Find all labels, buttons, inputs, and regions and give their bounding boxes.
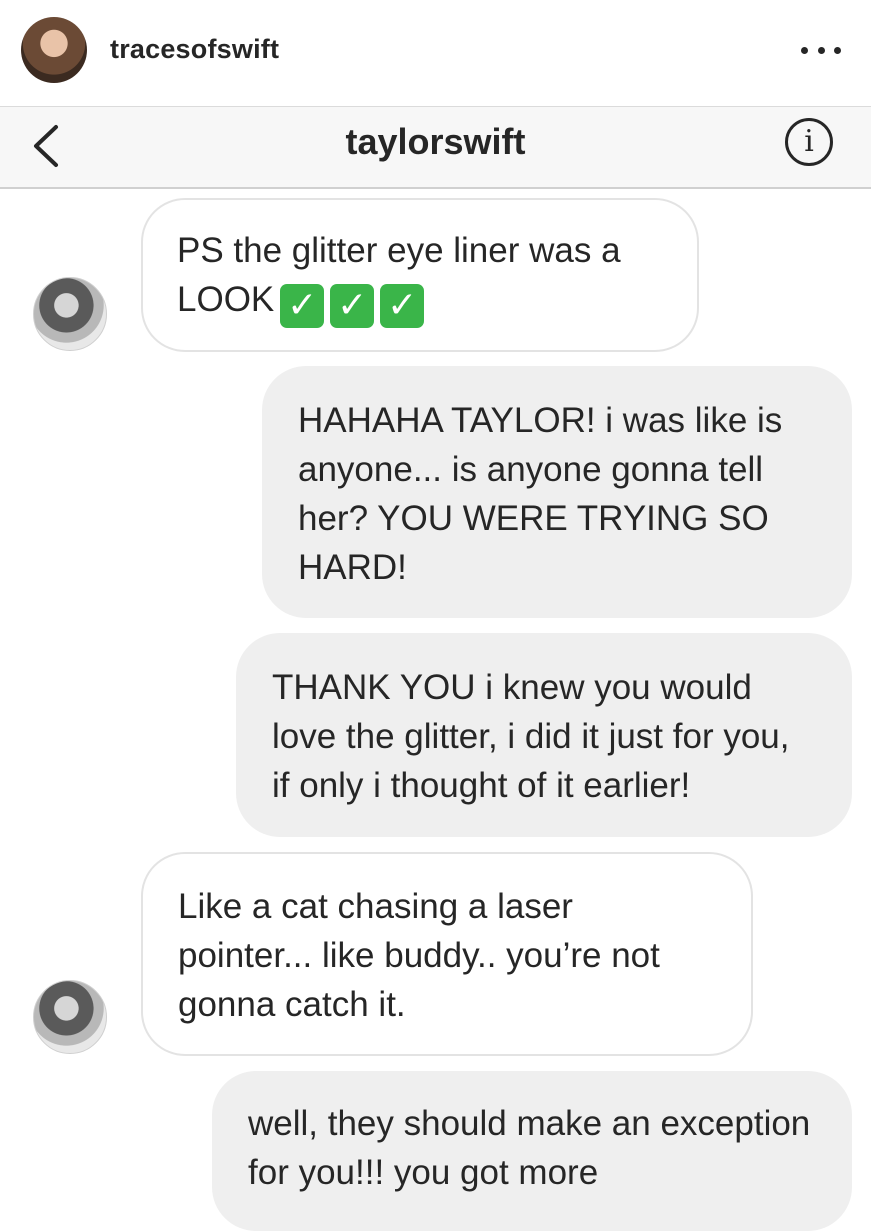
message-text: well, they should make an exception for … bbox=[248, 1104, 811, 1192]
post-author-avatar[interactable] bbox=[21, 17, 87, 83]
conversation-title[interactable]: taylorswift bbox=[0, 121, 871, 163]
message-bubble-outgoing[interactable]: HAHAHA TAYLOR! i was like is anyone... i… bbox=[262, 366, 852, 618]
check-mark-emoji-icon: ✓ bbox=[280, 284, 325, 328]
sender-avatar[interactable] bbox=[33, 980, 107, 1054]
sender-avatar[interactable] bbox=[33, 277, 107, 351]
message-bubble-outgoing[interactable]: well, they should make an exception for … bbox=[212, 1071, 852, 1231]
check-mark-emoji-icon: ✓ bbox=[380, 284, 425, 328]
message-bubble-outgoing[interactable]: THANK YOU i knew you would love the glit… bbox=[236, 633, 852, 837]
more-options-icon[interactable] bbox=[801, 40, 841, 60]
message-text: HAHAHA TAYLOR! i was like is anyone... i… bbox=[298, 401, 783, 587]
message-text: THANK YOU i knew you would love the glit… bbox=[272, 668, 790, 805]
message-bubble-incoming[interactable]: PS the glitter eye liner was a LOOK ✓ ✓ ✓ bbox=[141, 198, 699, 352]
info-icon[interactable]: i bbox=[785, 118, 833, 166]
message-bubble-incoming[interactable]: Like a cat chasing a laser pointer... li… bbox=[141, 852, 753, 1056]
post-header: tracesofswift bbox=[0, 0, 871, 105]
message-text: Like a cat chasing a laser pointer... li… bbox=[178, 887, 660, 1024]
dm-header: taylorswift i bbox=[0, 106, 871, 189]
post-username[interactable]: tracesofswift bbox=[110, 34, 279, 65]
check-mark-emoji-icon: ✓ bbox=[330, 284, 375, 328]
